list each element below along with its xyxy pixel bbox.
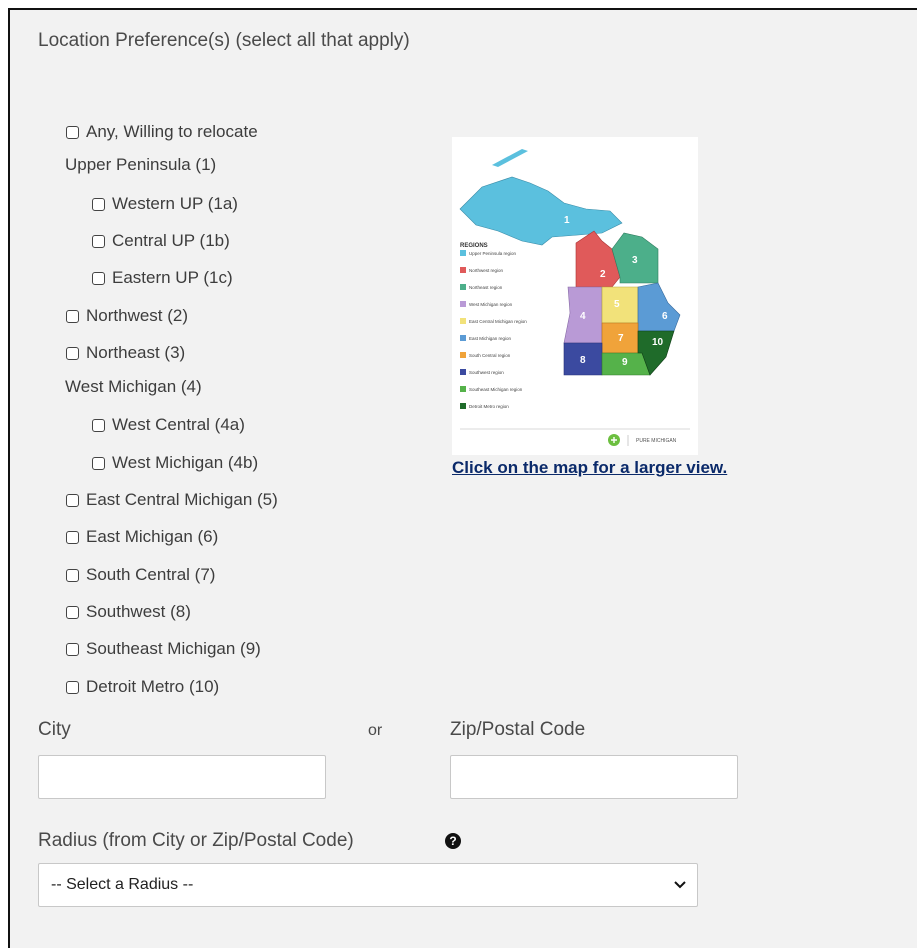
map-legend-label: Southeast Michigan region: [469, 387, 523, 392]
option-label: Central UP (1b): [112, 231, 230, 250]
option-label: Southeast Michigan (9): [86, 639, 261, 658]
svg-text:3: 3: [632, 255, 638, 266]
option-south-central[interactable]: South Central (7): [66, 563, 215, 587]
map-legend-swatch: [460, 267, 466, 273]
map-legend-swatch: [460, 352, 466, 358]
option-eastern-up[interactable]: Eastern UP (1c): [92, 266, 233, 290]
option-west-central[interactable]: West Central (4a): [92, 413, 245, 437]
chevron-down-icon: [674, 881, 686, 889]
option-northwest[interactable]: Northwest (2): [66, 304, 188, 328]
map-legend-label: East Central Michigan region: [469, 319, 527, 324]
map-legend-title: REGIONS: [460, 243, 488, 249]
option-label: Any, Willing to relocate: [86, 122, 258, 141]
option-west-michigan[interactable]: West Michigan (4b): [92, 451, 258, 475]
zip-input[interactable]: [450, 755, 738, 799]
checkbox[interactable]: [66, 493, 79, 507]
checkbox[interactable]: [66, 642, 79, 656]
michigan-regions-map[interactable]: 1 2 3 4 5 6 7 8 9 10 REGIONS Upper Penin…: [452, 137, 698, 455]
michigan-map-graphic: 1 2 3 4 5 6 7 8 9 10 REGIONS Upper Penin…: [452, 137, 698, 455]
svg-text:5: 5: [614, 299, 620, 310]
option-east-central-michigan[interactable]: East Central Michigan (5): [66, 488, 278, 512]
radius-selected-value: -- Select a Radius --: [51, 876, 194, 893]
option-label: Northeast (3): [86, 343, 186, 362]
option-southwest[interactable]: Southwest (8): [66, 600, 191, 624]
checkbox[interactable]: [66, 530, 79, 544]
map-legend-swatch: [460, 403, 466, 409]
question-circle-icon[interactable]: ?: [445, 833, 461, 849]
svg-text:8: 8: [580, 355, 586, 366]
zip-label: Zip/Postal Code: [450, 719, 586, 740]
group-west-michigan: West Michigan (4): [65, 377, 202, 396]
svg-text:1: 1: [564, 215, 570, 226]
option-northeast[interactable]: Northeast (3): [66, 341, 185, 365]
checkbox[interactable]: [92, 197, 105, 211]
radius-select[interactable]: -- Select a Radius --: [38, 863, 698, 907]
checkbox[interactable]: [92, 418, 105, 432]
option-label: East Michigan (6): [86, 527, 219, 546]
svg-text:10: 10: [652, 337, 664, 348]
option-western-up[interactable]: Western UP (1a): [92, 192, 238, 216]
checkbox[interactable]: [66, 309, 79, 323]
svg-text:7: 7: [618, 333, 624, 344]
map-legend-swatch: [460, 284, 466, 290]
svg-text:6: 6: [662, 311, 668, 322]
checkbox[interactable]: [92, 456, 105, 470]
map-legend-label: Southwest region: [469, 370, 504, 375]
radius-label: Radius (from City or Zip/Postal Code): [38, 830, 354, 851]
map-legend-label: Northeast region: [469, 285, 503, 290]
option-label: Southwest (8): [86, 602, 191, 621]
map-legend-swatch: [460, 318, 466, 324]
map-legend-swatch: [460, 386, 466, 392]
option-label: Western UP (1a): [112, 194, 238, 213]
checkbox[interactable]: [66, 125, 79, 139]
location-preferences-panel: Location Preference(s) (select all that …: [8, 8, 917, 948]
option-east-michigan[interactable]: East Michigan (6): [66, 525, 218, 549]
map-legend-label: Northwest region: [469, 268, 504, 273]
location-preferences-legend: Location Preference(s) (select all that …: [38, 30, 410, 51]
option-label: East Central Michigan (5): [86, 490, 278, 509]
or-text: or: [368, 722, 383, 739]
map-legend-swatch: [460, 335, 466, 341]
city-label: City: [38, 719, 71, 740]
map-legend-label: South Central region: [469, 353, 511, 358]
map-legend-label: West Michigan region: [469, 302, 513, 307]
option-detroit-metro[interactable]: Detroit Metro (10): [66, 675, 219, 699]
larger-map-link[interactable]: Click on the map for a larger view.: [452, 458, 727, 478]
map-legend-label: Detroit Metro region: [469, 404, 509, 409]
checkbox[interactable]: [92, 234, 105, 248]
option-label: West Central (4a): [112, 415, 245, 434]
checkbox[interactable]: [66, 346, 79, 360]
option-label: West Michigan (4b): [112, 453, 259, 472]
checkbox[interactable]: [66, 568, 79, 582]
option-label: Eastern UP (1c): [112, 268, 233, 287]
checkbox[interactable]: [92, 271, 105, 285]
option-any-relocate[interactable]: Any, Willing to relocate: [66, 120, 258, 144]
map-legend-label: Upper Peninsula region: [469, 251, 517, 256]
map-legend-swatch: [460, 301, 466, 307]
option-label: Detroit Metro (10): [86, 677, 220, 696]
option-label: Northwest (2): [86, 306, 189, 325]
svg-text:9: 9: [622, 357, 628, 368]
svg-text:2: 2: [600, 269, 606, 280]
city-input[interactable]: [38, 755, 326, 799]
option-label: South Central (7): [86, 565, 216, 584]
checkbox[interactable]: [66, 605, 79, 619]
map-legend-label: East Michigan region: [469, 336, 512, 341]
svg-text:4: 4: [580, 311, 586, 322]
pure-michigan-logo: PURE MICHIGAN: [636, 438, 677, 444]
option-central-up[interactable]: Central UP (1b): [92, 229, 230, 253]
checkbox[interactable]: [66, 680, 79, 694]
group-upper-peninsula: Upper Peninsula (1): [65, 155, 217, 174]
option-southeast-michigan[interactable]: Southeast Michigan (9): [66, 637, 261, 661]
map-legend-swatch: [460, 250, 466, 256]
map-legend-swatch: [460, 369, 466, 375]
